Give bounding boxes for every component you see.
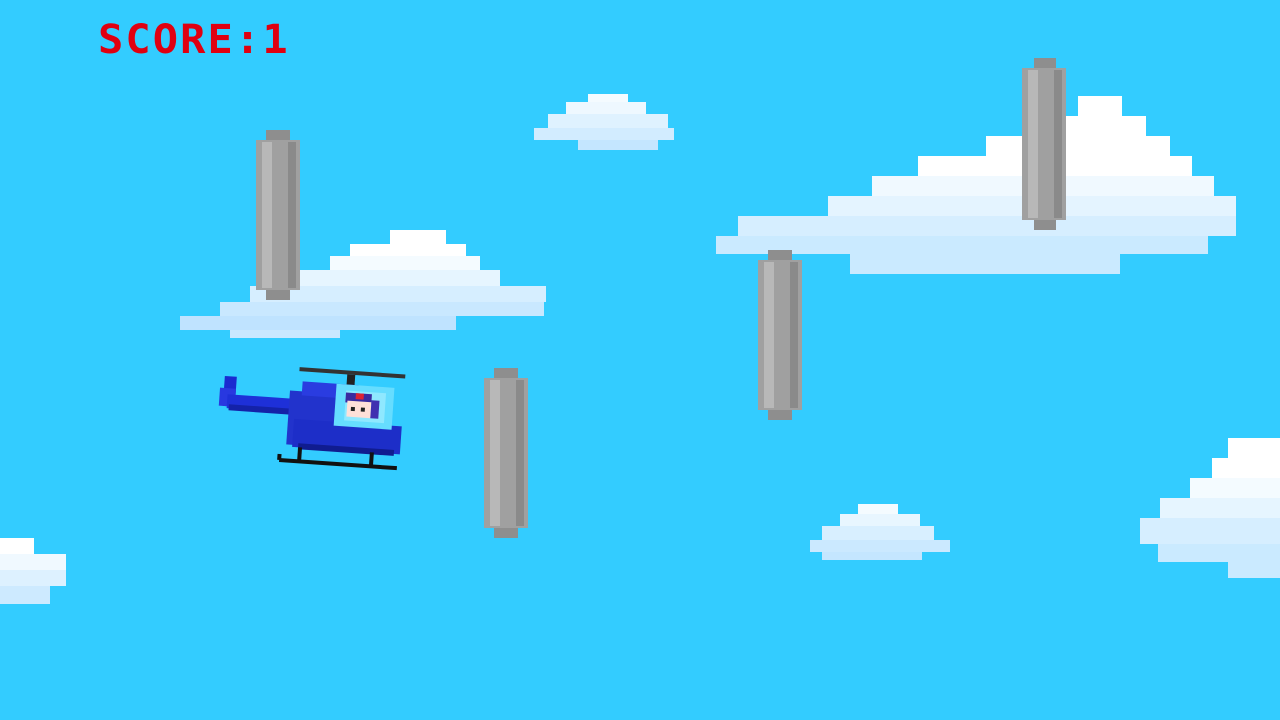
- cloud-bottom-left: [0, 538, 66, 604]
- pipe-1: [256, 130, 300, 300]
- pipe-3: [758, 250, 802, 420]
- pipe-2: [484, 368, 528, 538]
- scene: [0, 58, 1280, 604]
- helicopter: [218, 367, 406, 471]
- cloud-small-top: [534, 94, 674, 150]
- cloud-left-mid: [180, 230, 546, 338]
- score-label: SCORE:1: [98, 17, 290, 63]
- game-canvas[interactable]: SCORE:1: [0, 0, 1280, 720]
- cloud-small-bottom: [810, 504, 950, 560]
- cloud-bottom-right: [1140, 438, 1280, 578]
- pipe-4: [1022, 58, 1066, 230]
- cloud-large-right: [716, 96, 1236, 274]
